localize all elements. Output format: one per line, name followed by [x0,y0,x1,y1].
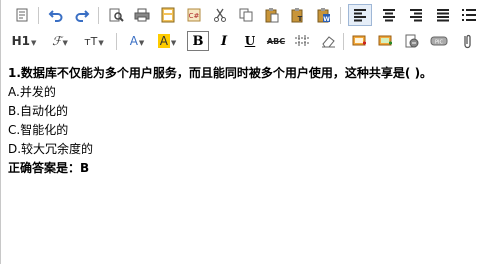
redo-icon[interactable] [72,4,92,26]
template-icon[interactable] [158,4,178,26]
option-b: B.自动化的 [8,104,69,118]
paste-icon[interactable] [262,4,282,26]
heading-dropdown[interactable]: H1 ▼ [10,30,38,52]
insert-attachment-image-icon[interactable] [376,30,396,52]
insert-flash-icon[interactable] [402,30,422,52]
underline-label: U [244,34,256,48]
italic-button[interactable]: I [214,30,234,52]
option-a: A.并发的 [8,85,56,99]
svg-text:T: T [298,15,303,23]
editor-toolbar: C# T W H1 ▼ ℱ ▼ тT ▼ A ▼ A ▼ B I U ABC P… [0,0,482,58]
table-icon[interactable] [292,30,312,52]
align-justify-icon[interactable] [432,4,454,26]
chevron-down-icon: ▼ [138,38,145,47]
chevron-down-icon: ▼ [98,38,104,47]
paste-text-icon[interactable]: T [288,4,308,26]
chevron-down-icon: ▼ [62,38,68,47]
bold-button[interactable]: B [187,31,209,51]
option-d: D.较大冗余度的 [8,142,94,156]
insert-image-icon[interactable] [350,30,370,52]
heading-label: H1 [11,34,30,48]
code-snippet-icon[interactable]: C# [184,4,204,26]
paste-word-icon[interactable]: W [314,4,334,26]
correct-answer: 正确答案是：B [8,161,90,175]
font-size-dropdown[interactable]: тT ▼ [80,30,108,52]
text-color-button[interactable]: A ▼ [124,30,150,52]
preview-icon[interactable] [106,4,126,26]
align-left-icon[interactable] [348,4,372,26]
italic-label: I [220,33,228,49]
editor-content[interactable]: 1.数据库不仅能为多个用户服务，而且能同时被多个用户使用，这种共享是( )。 A… [8,64,478,178]
numbered-list-icon[interactable] [459,4,479,26]
option-c: C.智能化的 [8,123,69,137]
cut-icon[interactable] [210,4,230,26]
svg-text:W: W [323,16,330,23]
toolbar-row-1: C# T W [0,4,482,28]
background-color-label: A [157,34,170,48]
question-stem: 1.数据库不仅能为多个用户服务，而且能同时被多个用户使用，这种共享是( )。 [8,66,433,80]
rich-text-editor: C# T W H1 ▼ ℱ ▼ тT ▼ A ▼ A ▼ B I U ABC P… [0,0,482,264]
print-icon[interactable] [132,4,152,26]
text-color-label: A [129,34,138,48]
svg-text:PIC: PIC [435,40,443,46]
insert-media-icon[interactable]: PIC [428,30,450,52]
background-color-button[interactable]: A ▼ [154,30,180,52]
align-right-icon[interactable] [405,4,427,26]
align-center-icon[interactable] [378,4,400,26]
source-code-icon[interactable] [12,4,32,26]
chevron-down-icon: ▼ [170,38,177,47]
attachment-icon[interactable] [458,30,476,52]
chevron-down-icon: ▼ [31,38,37,47]
underline-button[interactable]: U [240,30,260,52]
font-family-label: ℱ [52,34,62,48]
bold-label: B [192,33,204,49]
strikethrough-button[interactable]: ABC [264,30,288,52]
svg-text:C#: C# [189,12,200,20]
copy-icon[interactable] [236,4,256,26]
font-size-label: тT [84,34,98,48]
undo-icon[interactable] [46,4,66,26]
toolbar-row-2: H1 ▼ ℱ ▼ тT ▼ A ▼ A ▼ B I U ABC PIC [0,30,482,54]
strikethrough-label: ABC [266,36,286,46]
eraser-icon[interactable] [318,30,338,52]
font-family-dropdown[interactable]: ℱ ▼ [46,30,74,52]
